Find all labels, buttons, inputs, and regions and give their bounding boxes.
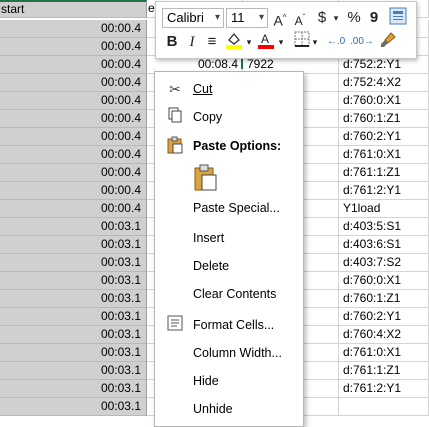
- cell-start[interactable]: 00:03.1: [0, 362, 147, 380]
- cell-start[interactable]: 00:03.1: [0, 290, 147, 308]
- cell-d[interactable]: d:752:4:X2: [339, 74, 429, 92]
- cell-d[interactable]: d:761:2:Y1: [339, 380, 429, 398]
- borders-icon[interactable]: [292, 31, 312, 53]
- cell-start[interactable]: 00:00.4: [0, 20, 147, 38]
- cell-d[interactable]: d:760:2:Y1: [339, 308, 429, 326]
- grow-font-button[interactable]: A^: [270, 7, 290, 29]
- cell-d[interactable]: d:760:0:X1: [339, 92, 429, 110]
- format-cells-icon: [165, 315, 185, 335]
- bold-button[interactable]: B: [162, 31, 182, 53]
- menu-item-copy[interactable]: Copy: [155, 105, 303, 129]
- cell-start[interactable]: 00:03.1: [0, 308, 147, 326]
- cell-d[interactable]: d:403:6:S1: [339, 236, 429, 254]
- cell-header-start[interactable]: start: [0, 0, 147, 18]
- menu-item-paste-special-label: Paste Special...: [193, 201, 280, 215]
- menu-item-column-width[interactable]: Column Width...: [155, 341, 303, 365]
- cell-d[interactable]: [339, 398, 429, 416]
- cell-start[interactable]: 00:03.1: [0, 344, 147, 362]
- clipboard-icon: [165, 136, 185, 156]
- menu-item-delete-label: Delete: [193, 259, 230, 273]
- cell-start[interactable]: 00:00.4: [0, 74, 147, 92]
- percent-button[interactable]: %: [344, 7, 364, 29]
- menu-item-hide-label: Hide: [193, 374, 219, 388]
- menu-item-clear-contents[interactable]: Clear Contents: [155, 282, 303, 306]
- chevron-down-icon: ▾: [214, 12, 220, 23]
- chevron-down-icon[interactable]: ▾: [331, 7, 341, 29]
- decrease-decimal-icon[interactable]: .00→: [350, 31, 374, 53]
- cell-start[interactable]: 00:00.4: [0, 56, 147, 74]
- cell-start[interactable]: 00:00.4: [0, 182, 147, 200]
- paintbrush-icon[interactable]: [378, 31, 398, 53]
- chevron-down-icon[interactable]: ▾: [276, 31, 286, 53]
- cell-d[interactable]: d:761:2:Y1: [339, 182, 429, 200]
- menu-item-insert[interactable]: Insert: [155, 226, 303, 250]
- font-name-box[interactable]: Calibri ▾: [162, 8, 224, 28]
- context-menu: ✂ Cut Copy Paste Options: Paste Special.…: [154, 71, 304, 427]
- cell-d[interactable]: d:760:2:Y1: [339, 128, 429, 146]
- cell-d[interactable]: d:761:1:Z1: [339, 362, 429, 380]
- chevron-down-icon: ▾: [258, 12, 264, 23]
- menu-item-paste-options: Paste Options:: [155, 134, 303, 158]
- font-name-value: Calibri: [167, 10, 204, 25]
- font-size-box[interactable]: 11 ▾: [226, 8, 268, 28]
- chevron-down-icon[interactable]: ▾: [244, 31, 254, 53]
- copy-icon: [165, 107, 185, 127]
- cell-start[interactable]: 00:03.1: [0, 236, 147, 254]
- menu-item-column-width-label: Column Width...: [193, 346, 282, 360]
- menu-item-delete[interactable]: Delete: [155, 254, 303, 278]
- menu-item-unhide[interactable]: Unhide: [155, 397, 303, 421]
- svg-text:A: A: [261, 32, 269, 46]
- menu-item-copy-label: Copy: [193, 110, 223, 124]
- italic-button[interactable]: I: [182, 31, 202, 53]
- cell-start[interactable]: 00:00.4: [0, 200, 147, 218]
- cell-d[interactable]: d:760:1:Z1: [339, 110, 429, 128]
- cell-start[interactable]: 00:00.4: [0, 110, 147, 128]
- menu-item-format-cells[interactable]: Format Cells...: [155, 313, 303, 337]
- fill-color-button[interactable]: [224, 31, 244, 53]
- scissors-icon: ✂: [169, 81, 181, 97]
- cell-start[interactable]: 00:00.4: [0, 128, 147, 146]
- paste-clipboard-icon[interactable]: [193, 164, 219, 192]
- menu-item-hide[interactable]: Hide: [155, 369, 303, 393]
- menu-item-insert-label: Insert: [193, 231, 225, 245]
- cell-start[interactable]: 00:03.1: [0, 380, 147, 398]
- chevron-down-icon[interactable]: ▾: [310, 31, 320, 53]
- cell-d[interactable]: d:761:0:X1: [339, 146, 429, 164]
- cell-start[interactable]: 00:00.4: [0, 164, 147, 182]
- increase-decimal-icon[interactable]: ←.0: [326, 31, 346, 53]
- cell-d[interactable]: d:760:0:X1: [339, 272, 429, 290]
- comma-style-button[interactable]: 9: [364, 7, 384, 29]
- cell-d[interactable]: d:761:0:X1: [339, 344, 429, 362]
- font-color-button[interactable]: A: [256, 31, 276, 53]
- font-size-value: 11: [231, 10, 245, 25]
- align-icon[interactable]: ≡: [202, 31, 222, 53]
- menu-item-cut[interactable]: ✂ Cut: [155, 77, 303, 101]
- cell-start[interactable]: 00:03.1: [0, 398, 147, 416]
- cell-d[interactable]: d:403:5:S1: [339, 218, 429, 236]
- cell-d[interactable]: d:761:1:Z1: [339, 164, 429, 182]
- menu-item-clear-contents-label: Clear Contents: [193, 287, 277, 301]
- menu-item-cut-label: Cut: [193, 82, 213, 96]
- menu-item-format-cells-label: Format Cells...: [193, 318, 275, 332]
- cell-start[interactable]: 00:00.4: [0, 146, 147, 164]
- cell-start[interactable]: 00:03.1: [0, 272, 147, 290]
- menu-item-paste-options-label: Paste Options:: [193, 139, 282, 153]
- format-painter-icon[interactable]: [388, 7, 408, 29]
- menu-item-unhide-label: Unhide: [193, 402, 233, 416]
- cell-d[interactable]: d:760:4:X2: [339, 326, 429, 344]
- cell-start[interactable]: 00:00.4: [0, 92, 147, 110]
- cell-d[interactable]: Y1load: [339, 200, 429, 218]
- shrink-font-button[interactable]: Aˇ: [290, 7, 310, 29]
- menu-item-paste-special[interactable]: Paste Special...: [155, 196, 303, 220]
- cell-start[interactable]: 00:00.4: [0, 38, 147, 56]
- currency-button[interactable]: $: [312, 7, 332, 29]
- cell-d[interactable]: d:760:1:Z1: [339, 290, 429, 308]
- cell-start[interactable]: 00:03.1: [0, 218, 147, 236]
- mini-toolbar: Calibri ▾ 11 ▾ A^ Aˇ $ ▾ % 9 B I ≡ ▾ A ▾…: [155, 1, 417, 59]
- cell-d[interactable]: d:403:7:S2: [339, 254, 429, 272]
- cell-start[interactable]: 00:03.1: [0, 254, 147, 272]
- cell-start[interactable]: 00:03.1: [0, 326, 147, 344]
